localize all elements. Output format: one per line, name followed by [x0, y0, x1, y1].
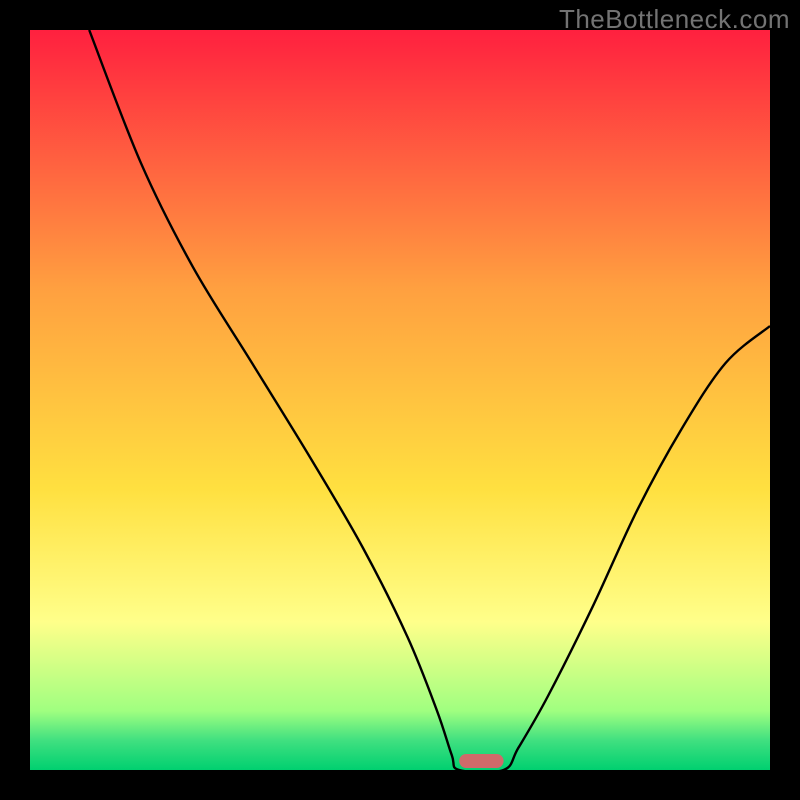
optimum-marker — [459, 754, 503, 768]
watermark-text: TheBottleneck.com — [559, 4, 790, 35]
gradient-background — [30, 30, 770, 770]
chart-svg — [0, 0, 800, 800]
chart-frame: TheBottleneck.com — [0, 0, 800, 800]
